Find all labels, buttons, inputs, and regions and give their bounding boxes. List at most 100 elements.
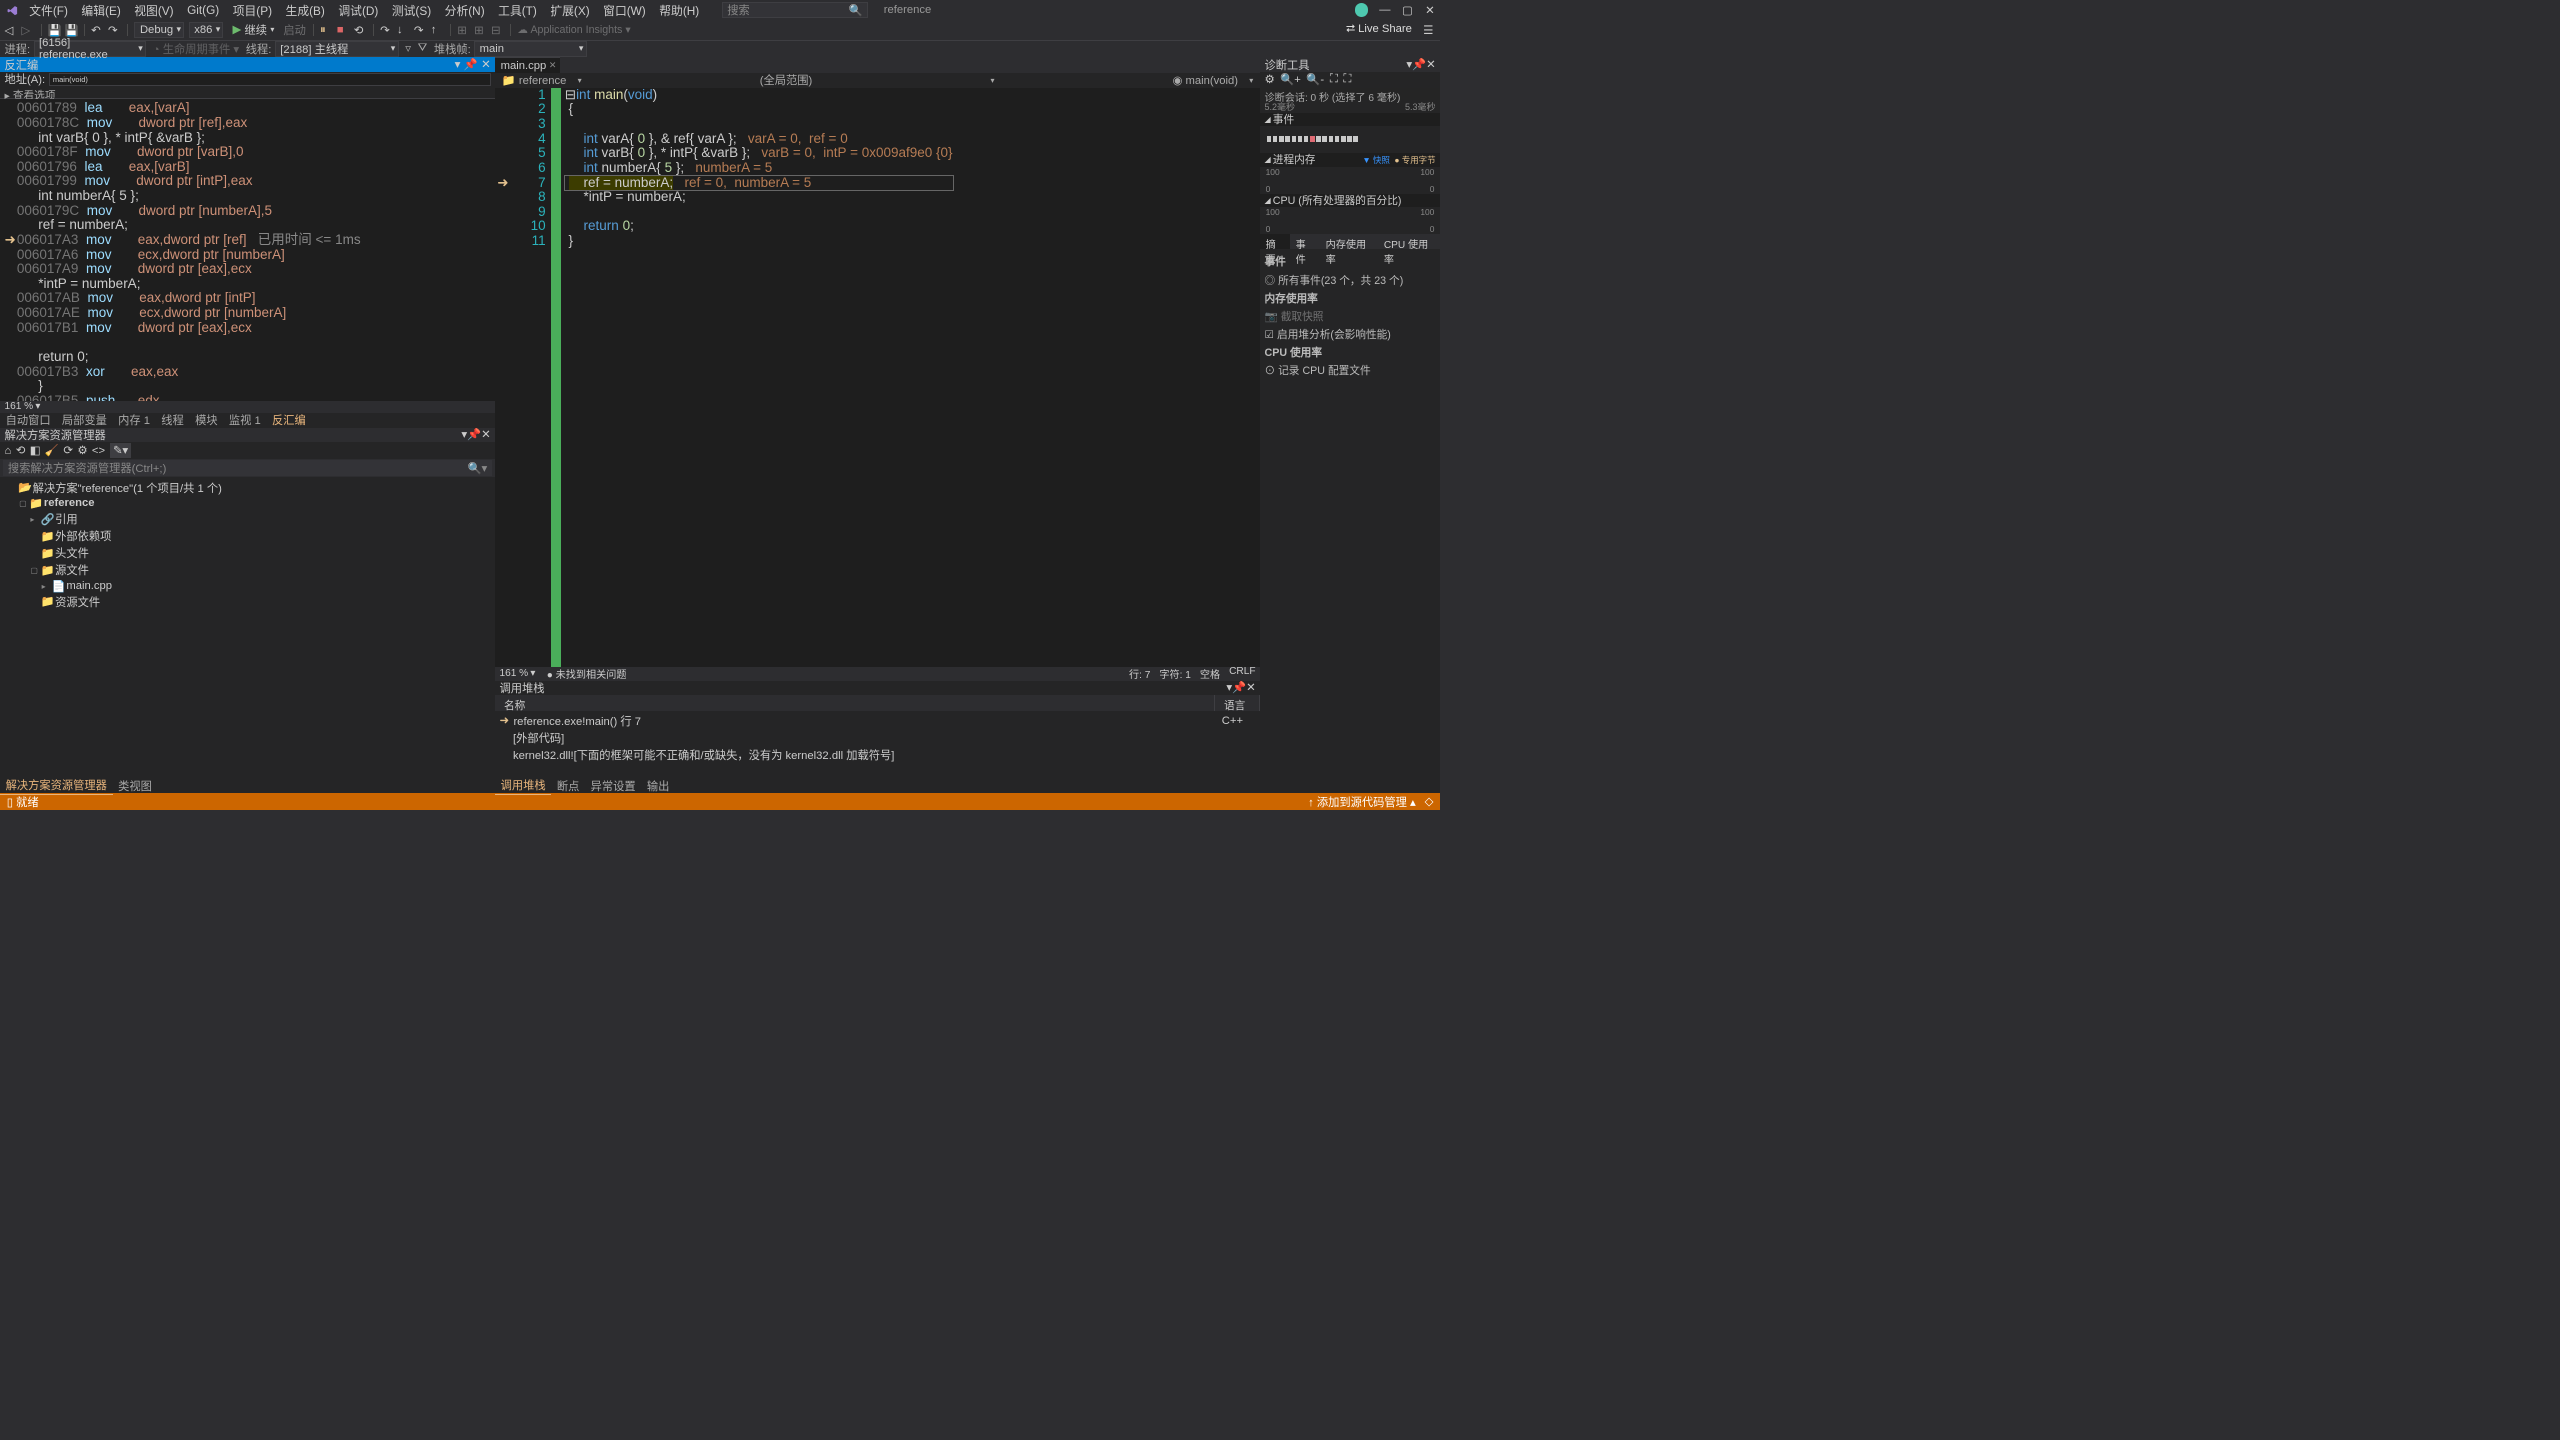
sync-icon[interactable]: ⟳ (63, 444, 72, 457)
nav-func[interactable]: ◉ main(void) (1173, 74, 1238, 87)
diag-item[interactable]: 📷 截取快照 (1265, 308, 1436, 325)
prop-icon[interactable]: ⚙ (77, 444, 87, 457)
code-editor[interactable]: ➜ 1234567891011 ⊟int main(void) { int va… (495, 88, 1260, 667)
close-icon[interactable]: ✕ (1246, 682, 1255, 694)
close-icon[interactable]: ✕ (481, 429, 490, 441)
view-icon[interactable]: <> (92, 445, 105, 457)
filter-icon[interactable]: ▿ (405, 42, 411, 55)
status-bell-icon[interactable]: ◇ (1425, 795, 1434, 808)
expand-icon[interactable]: ⛶ (1343, 73, 1351, 86)
diag-cpu-header[interactable]: ◢CPU (所有处理器的百分比) (1260, 194, 1440, 208)
tb-icon-a[interactable]: ⊞ (457, 24, 469, 36)
menu-git[interactable]: Git(G) (183, 1, 224, 20)
callstack-body[interactable]: ➜reference.exe!main() 行 7C++[外部代码]kernel… (495, 711, 1260, 779)
menu-extensions[interactable]: 扩展(X) (546, 0, 594, 21)
tree-item[interactable]: 📁外部依赖项 (5, 528, 491, 545)
status-scm[interactable]: ↑ 添加到源代码管理 ▴ (1308, 794, 1416, 810)
gear-icon[interactable]: ⚙ (1265, 73, 1275, 86)
step-out-icon[interactable]: ↑ (431, 24, 443, 36)
save-all-icon[interactable]: 💾 (65, 24, 77, 36)
pin2-icon[interactable]: 📌 (1232, 682, 1246, 694)
disasm-body[interactable]: 00601789 lea eax,[varA]0060178C mov dwor… (0, 99, 495, 401)
tree-item[interactable]: ▸🔗引用 (5, 511, 491, 528)
bottom-tab[interactable]: 断点 (551, 777, 585, 795)
indent-indicator[interactable]: 空格 (1200, 666, 1220, 681)
stop-icon[interactable]: ■ (337, 24, 349, 36)
problems-indicator[interactable]: ● 未找到相关问题 (547, 666, 627, 681)
col-lang[interactable]: 语言 (1215, 695, 1260, 711)
zoomout-icon[interactable]: 🔍- (1306, 73, 1324, 86)
broom-icon[interactable]: 🧹 (45, 444, 59, 457)
refresh-icon[interactable]: ⟲ (16, 444, 25, 457)
menu-test[interactable]: 测试(S) (387, 0, 435, 21)
menu-tools[interactable]: 工具(T) (494, 0, 542, 21)
tree-item[interactable]: ▸📄main.cpp (5, 579, 491, 593)
tree-item[interactable]: 📂解决方案"reference"(1 个项目/共 1 个) (5, 479, 491, 496)
step-next-icon[interactable]: ↷ (380, 24, 392, 36)
callstack-row[interactable]: ➜reference.exe!main() 行 7C++ (500, 712, 1256, 729)
restart-icon[interactable]: ⟲ (354, 24, 366, 36)
tree-item[interactable]: ▢📁reference (5, 496, 491, 510)
step-over-icon[interactable]: ↷ (414, 24, 426, 36)
tb-icon-c[interactable]: ⊟ (491, 24, 503, 36)
diag-tab[interactable]: 内存使用率 (1320, 234, 1378, 249)
pin-icon[interactable]: ▾ (455, 58, 461, 71)
continue-button[interactable]: ▶继续▾ (228, 22, 279, 38)
menu-help[interactable]: 帮助(H) (655, 0, 704, 21)
close-icon[interactable]: ✕ (481, 58, 490, 71)
liveshare-button[interactable]: ⮂ Live Share (1346, 23, 1412, 36)
view-options[interactable]: ▸ 查看选项 (0, 87, 495, 99)
process-combo[interactable]: [6156] reference.exe (34, 41, 147, 57)
pause-icon[interactable]: ⏸ (320, 24, 332, 36)
diag-memory-graph[interactable]: 10010000 (1263, 167, 1436, 194)
app-insights-icon[interactable]: ☁ Application Insights ▾ (517, 23, 630, 36)
nav-project[interactable]: 📁 reference (502, 74, 567, 87)
menu-project[interactable]: 项目(P) (228, 0, 276, 21)
menu-view[interactable]: 视图(V) (130, 0, 178, 21)
bottom-tab[interactable]: 异常设置 (585, 777, 641, 795)
zoomin-icon[interactable]: 🔍+ (1280, 73, 1301, 86)
diag-memory-header[interactable]: ◢进程内存▼ 快照● 专用字节 (1260, 153, 1440, 167)
win-minimize-icon[interactable]: — (1379, 5, 1390, 16)
bottom-tab[interactable]: 输出 (641, 777, 675, 795)
diag-item[interactable]: ◎ 所有事件(23 个，共 23 个) (1265, 272, 1436, 289)
diag-cpu-graph[interactable]: 10010000 (1263, 207, 1436, 234)
nav-scope[interactable]: (全局范围) (760, 72, 813, 88)
menu-edit[interactable]: 编辑(E) (77, 0, 125, 21)
bottom-tab[interactable]: 调用堆栈 (495, 776, 551, 795)
diag-body[interactable]: 事件◎ 所有事件(23 个，共 23 个)内存使用率📷 截取快照☑ 启用堆分析(… (1260, 249, 1440, 794)
account-badge-icon[interactable] (1355, 3, 1369, 17)
undo-icon[interactable]: ↶ (91, 24, 103, 36)
callstack-header[interactable]: 调用堆栈 ▾📌✕ (495, 681, 1260, 696)
diag-item[interactable]: ☑ 启用堆分析(会影响性能) (1265, 326, 1436, 343)
col-name[interactable]: 名称 (495, 695, 1215, 711)
callstack-row[interactable]: kernel32.dll![下面的框架可能不正确和/或缺失，没有为 kernel… (500, 746, 1256, 763)
stackframe-combo[interactable]: main (474, 41, 587, 57)
diag-events-graph[interactable] (1263, 126, 1436, 153)
diag-tab[interactable]: 事件 (1290, 234, 1320, 249)
tab-close-icon[interactable]: ✕ (549, 60, 557, 71)
solution-search-input[interactable]: 搜索解决方案资源管理器(Ctrl+;)🔍▾ (3, 460, 491, 476)
tree-item[interactable]: 📁资源文件 (5, 593, 491, 610)
solution-tree[interactable]: 📂解决方案"reference"(1 个项目/共 1 个)▢📁reference… (0, 477, 495, 779)
global-search-input[interactable]: 搜索🔍 (722, 2, 868, 18)
nav-back-icon[interactable]: ◁ (5, 24, 17, 36)
diag-tab[interactable]: 摘要 (1260, 234, 1290, 249)
thread-combo[interactable]: [2188] 主线程 (275, 41, 399, 57)
pin2-icon[interactable]: 📌 (467, 429, 481, 441)
menu-file[interactable]: 文件(F) (25, 0, 73, 21)
eol-indicator[interactable]: CRLF (1229, 666, 1255, 681)
home-icon[interactable]: ⌂ (5, 445, 12, 457)
diag-item[interactable]: ⊙ 记录 CPU 配置文件 (1265, 362, 1436, 379)
win-close-icon[interactable]: ✕ (1424, 5, 1435, 16)
funnel-icon[interactable]: ⛛ (418, 42, 427, 55)
platform-combo[interactable]: x86 (189, 22, 224, 38)
addr-input[interactable] (49, 73, 491, 85)
close-icon[interactable]: ✕ (1426, 59, 1435, 71)
lifecycle-button[interactable]: ◔ 生命周期事件 ▾ (153, 41, 239, 57)
diag-events-header[interactable]: ◢事件 (1260, 113, 1440, 127)
menu-window[interactable]: 窗口(W) (599, 0, 651, 21)
step-into-icon[interactable]: ↓ (397, 24, 409, 36)
editor-zoom[interactable]: 161 % (500, 668, 529, 679)
more-icon[interactable]: ✎▾ (110, 443, 132, 458)
